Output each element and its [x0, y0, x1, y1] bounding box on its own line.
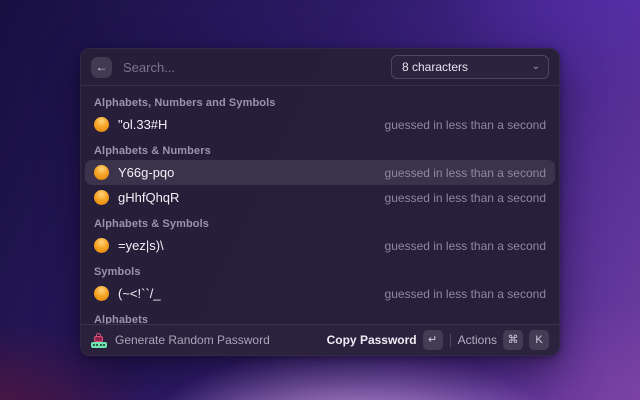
section-header: Alphabets, Numbers and Symbols: [94, 97, 276, 109]
section-header: Alphabets & Numbers: [94, 145, 211, 157]
header: ← 8 characters ⌄: [81, 49, 559, 86]
actions-label: Actions: [457, 333, 497, 347]
command-key-icon: ⌘: [503, 330, 523, 350]
footer-actions: Copy Password ↵ Actions ⌘ K: [327, 330, 549, 350]
search-input[interactable]: [121, 58, 382, 76]
desktop-wallpaper: ← 8 characters ⌄ Alphabets, Numbers and …: [0, 0, 640, 400]
password-row-selected[interactable]: Y66g-pqo guessed in less than a second: [85, 160, 555, 185]
password-list: Alphabets, Numbers and Symbols "ol.33#H …: [81, 86, 559, 324]
back-button[interactable]: ←: [91, 56, 112, 78]
password-orb-icon: [94, 117, 109, 132]
action-bar: Generate Random Password Copy Password ↵…: [81, 324, 559, 355]
password-generator-icon: [91, 332, 107, 348]
back-arrow-icon: ←: [95, 60, 108, 74]
guess-time-label: guessed in less than a second: [384, 165, 546, 180]
guess-time-label: guessed in less than a second: [384, 286, 546, 301]
dropdown-value: 8 characters: [402, 60, 469, 74]
password-text: (~<!``/_: [118, 286, 161, 301]
guess-time-label: guessed in less than a second: [384, 190, 546, 205]
password-row[interactable]: (~<!``/_ guessed in less than a second: [85, 281, 555, 306]
password-text: Y66g-pqo: [118, 165, 175, 180]
copy-password-button[interactable]: Copy Password ↵: [327, 330, 443, 350]
password-text: "ol.33#H: [118, 117, 168, 132]
guess-time-label: guessed in less than a second: [384, 238, 546, 253]
password-row[interactable]: "ol.33#H guessed in less than a second: [85, 112, 555, 137]
chevron-down-icon: ⌄: [531, 61, 540, 72]
command-title: Generate Random Password: [115, 333, 270, 347]
password-row[interactable]: gHhfQhqR guessed in less than a second: [85, 185, 555, 210]
section-header: Alphabets & Symbols: [94, 218, 209, 230]
password-text: =yez|s)\: [118, 238, 164, 253]
password-text: gHhfQhqR: [118, 190, 180, 205]
password-orb-icon: [94, 238, 109, 253]
actions-button[interactable]: Actions ⌘ K: [458, 330, 549, 350]
footer-divider: [449, 333, 451, 347]
password-orb-icon: [94, 286, 109, 301]
raycast-window: ← 8 characters ⌄ Alphabets, Numbers and …: [80, 48, 560, 356]
copy-password-label: Copy Password: [326, 333, 417, 347]
enter-key-icon: ↵: [422, 330, 443, 350]
character-count-dropdown[interactable]: 8 characters ⌄: [391, 55, 549, 79]
guess-time-label: guessed in less than a second: [384, 117, 546, 132]
password-orb-icon: [94, 190, 109, 205]
section-header: Symbols: [94, 266, 141, 278]
password-row[interactable]: =yez|s)\ guessed in less than a second: [85, 233, 555, 258]
k-key-icon: K: [529, 330, 549, 350]
password-orb-icon: [94, 165, 109, 180]
section-header: Alphabets: [94, 314, 149, 324]
